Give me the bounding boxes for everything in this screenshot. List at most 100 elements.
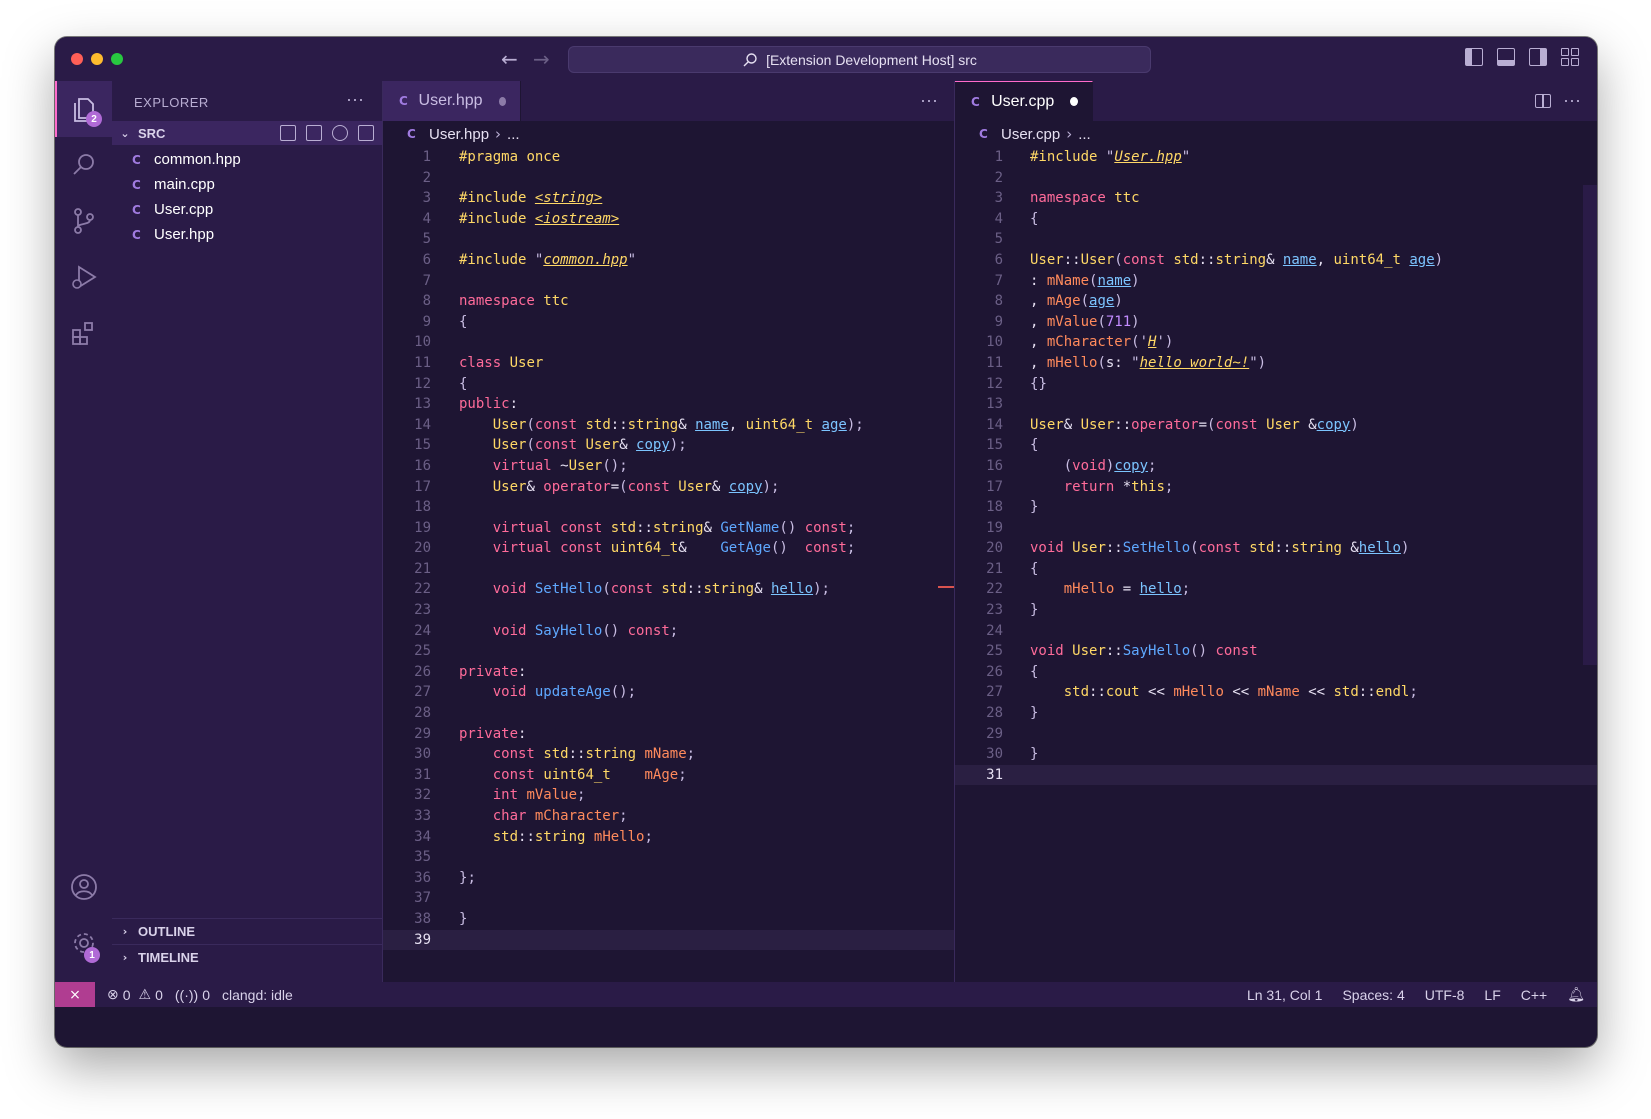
code-line[interactable]: 1 #include "User.hpp" [955,147,1597,168]
split-editor-icon[interactable] [1535,94,1551,108]
code-line[interactable]: 12 { [383,374,954,395]
code-line[interactable]: 22 mHello = hello; [955,579,1597,600]
code-line[interactable]: 34 std::string mHello; [383,827,954,848]
code-line[interactable]: 21 [383,559,954,580]
code-line[interactable]: 10 , mCharacter('H') [955,332,1597,353]
code-line[interactable]: 14 User(const std::string& name, uint64_… [383,415,954,436]
breadcrumb-symbols[interactable]: ... [1078,126,1091,143]
code-line[interactable]: 3 #include <string> [383,188,954,209]
search-activity[interactable] [55,137,112,193]
encoding-status[interactable]: UTF-8 [1425,987,1465,1003]
code-line[interactable]: 19 virtual const std::string& GetName() … [383,518,954,539]
file-item[interactable]: C User.cpp [112,197,382,222]
new-file-icon[interactable] [280,125,296,141]
customize-layout-icon[interactable] [1561,48,1579,66]
more-actions-icon[interactable]: ··· [1563,90,1581,111]
code-line[interactable]: 13 [955,394,1597,415]
code-line[interactable]: 8 namespace ttc [383,291,954,312]
minimize-window-button[interactable] [91,53,103,65]
scrollbar[interactable] [1583,185,1597,665]
maximize-window-button[interactable] [111,53,123,65]
file-item[interactable]: Ccommon.hpp [112,147,382,172]
code-line[interactable]: 13 public: [383,394,954,415]
code-line[interactable]: 6 #include "common.hpp" [383,250,954,271]
code-line[interactable]: 17 User& operator=(const User& copy); [383,477,954,498]
code-line[interactable]: 10 [383,332,954,353]
code-line[interactable]: 26 { [955,662,1597,683]
breadcrumb-file[interactable]: User.cpp [1001,126,1060,143]
code-line[interactable]: 21 { [955,559,1597,580]
code-line[interactable]: 7 [383,271,954,292]
code-line[interactable]: 22 void SetHello(const std::string& hell… [383,579,954,600]
code-line[interactable]: 2 [383,168,954,189]
code-line[interactable]: 23} [955,600,1597,621]
unsaved-dot-icon[interactable] [498,96,506,106]
code-line[interactable]: 31 const uint64_t mAge; [383,765,954,786]
code-line[interactable]: 9 , mValue(711) [955,312,1597,333]
code-line[interactable]: 27 void updateAge(); [383,682,954,703]
code-line[interactable]: 2 [955,168,1597,189]
code-line[interactable]: 7: mName(name) [955,271,1597,292]
code-line[interactable]: 5 [955,229,1597,250]
ports-status[interactable]: ((·)) 0 [175,987,210,1003]
manage-activity[interactable]: 1 [55,915,112,971]
code-line[interactable]: 18} [955,497,1597,518]
file-item[interactable]: C User.hpp [112,222,382,247]
code-line[interactable]: 30 const std::string mName; [383,744,954,765]
outline-section[interactable]: › OUTLINE [112,918,382,944]
code-line[interactable]: 24 void SayHello() const; [383,621,954,642]
code-line[interactable]: 19 [955,518,1597,539]
code-line[interactable]: 28} [955,703,1597,724]
refresh-icon[interactable] [332,125,348,141]
toggle-sidebar-icon[interactable] [1465,48,1483,66]
code-line[interactable]: 27 std::cout << mHello << mName << std::… [955,682,1597,703]
accounts-activity[interactable] [55,859,112,915]
src-folder-header[interactable]: ⌄ SRC [112,121,382,145]
code-editor-left[interactable]: 1 #pragma once 2 3 #include <string> 4 #includ… [383,147,954,951]
more-actions-icon[interactable]: ··· [920,90,938,111]
code-line[interactable]: 5 [383,229,954,250]
new-folder-icon[interactable] [306,125,322,141]
code-line[interactable]: 20 void User::SetHello(const std::string … [955,538,1597,559]
code-line[interactable]: 4 #include <iostream> [383,209,954,230]
clangd-status[interactable]: clangd: idle [222,987,293,1003]
code-line[interactable]: 15 { [955,435,1597,456]
cursor-position[interactable]: Ln 31, Col 1 [1247,987,1323,1003]
code-line[interactable]: 20 virtual const uint64_t& GetAge() cons… [383,538,954,559]
code-line[interactable]: 26 private: [383,662,954,683]
code-line[interactable]: 38} [383,909,954,930]
code-line[interactable]: 25 [383,641,954,662]
tab-user-hpp[interactable]: C User.hpp [383,81,521,121]
more-actions-icon[interactable]: ··· [346,89,364,110]
code-line[interactable]: 6 User::User(const std::string& name, uin… [955,250,1597,271]
command-center-search[interactable]: [Extension Development Host] src [568,46,1151,73]
code-line[interactable]: 30} [955,744,1597,765]
file-item[interactable]: Cmain.cpp [112,172,382,197]
code-line[interactable]: 3 namespace ttc [955,188,1597,209]
code-line[interactable]: 8 , mAge(age) [955,291,1597,312]
code-line[interactable]: 37 [383,888,954,909]
code-line[interactable]: 12 {} [955,374,1597,395]
bell-icon[interactable]: 🔔︎ [1567,986,1585,1003]
code-line[interactable]: 29 private: [383,724,954,745]
code-line[interactable]: 24 [955,621,1597,642]
code-line[interactable]: 16 (void)copy; [955,456,1597,477]
code-line[interactable]: 18 [383,497,954,518]
arrow-left-icon[interactable]: ← [501,47,518,71]
code-line[interactable]: 17 return *this; [955,477,1597,498]
language-mode[interactable]: C++ [1521,987,1547,1003]
code-line[interactable]: 39 [383,929,954,951]
code-editor-right[interactable]: 1 #include "User.hpp" 2 3 namespace ttc 4{5 6 U… [955,147,1597,786]
close-window-button[interactable] [71,53,83,65]
breadcrumb-file[interactable]: User.hpp [429,126,489,143]
eol-status[interactable]: LF [1484,987,1500,1003]
code-line[interactable]: 31 [955,764,1597,786]
toggle-secondary-sidebar-icon[interactable] [1529,48,1547,66]
code-line[interactable]: 35 [383,847,954,868]
code-line[interactable]: 4{ [955,209,1597,230]
collapse-all-icon[interactable] [358,125,374,141]
code-line[interactable]: 25 void User::SayHello() const [955,641,1597,662]
timeline-section[interactable]: › TIMELINE [112,944,382,970]
code-line[interactable]: 9{ [383,312,954,333]
code-line[interactable]: 15 User(const User& copy); [383,435,954,456]
